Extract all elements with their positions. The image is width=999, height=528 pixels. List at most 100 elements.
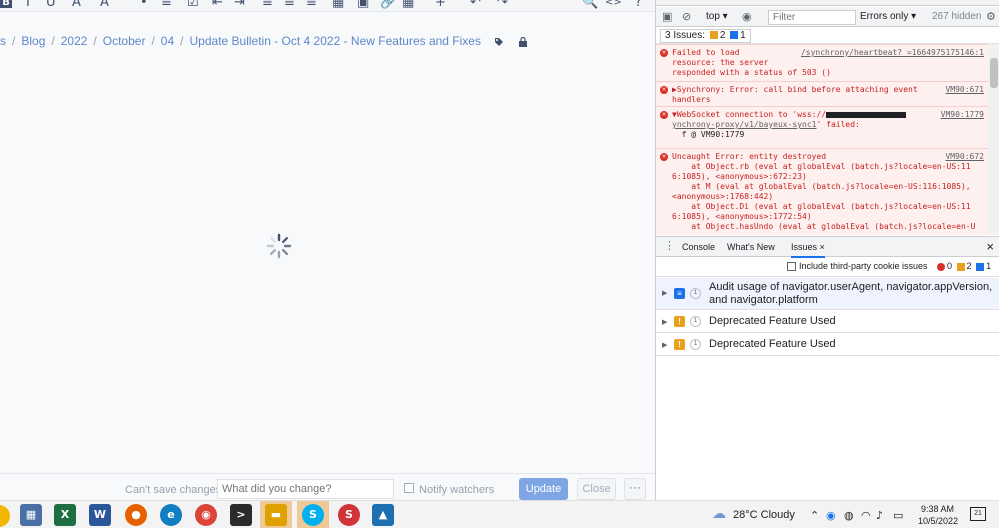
source-link[interactable]: VM90:1779 [941,110,984,120]
weather-cloud-icon[interactable]: ☁ [712,506,726,522]
scroll-thumb[interactable] [990,58,998,88]
undo-button[interactable]: ↶ [470,0,481,10]
search-icon[interactable]: 🔍 [582,0,598,10]
word-icon[interactable]: W [89,504,111,526]
expand-triangle-icon[interactable]: ▶ [662,318,667,326]
issue-row[interactable]: ▶ ≡ 1 Audit usage of navigator.userAgent… [656,278,999,310]
show-hidden-icons[interactable]: ⌃ [810,509,819,522]
underline-button[interactable]: U [46,0,56,10]
source-link[interactable]: /synchrony/heartbeat?_=1664975175146:1 [801,48,984,58]
expand-triangle-icon[interactable]: ▶ [662,289,667,297]
console-error-message[interactable]: × Uncaught Error: entity destroyed at Ob… [656,148,988,235]
console-error-message[interactable]: × ▼WebSocket connection to 'wss:// ynchr… [656,106,988,148]
notify-watchers-checkbox[interactable] [404,483,414,493]
restrictions-lock-icon[interactable] [518,36,528,47]
insert-more-button[interactable]: + [435,0,446,10]
label-tag-icon[interactable] [494,37,504,47]
tray-app-icon[interactable]: ◉ [826,509,836,522]
console-filter-input[interactable] [768,10,856,25]
clear-console-icon[interactable]: ⊘ [682,11,691,23]
bold-button[interactable]: B [0,0,12,8]
log-levels-dropdown[interactable]: Errors only ▾ [860,11,916,22]
close-button[interactable]: Close [577,478,616,500]
edge-icon[interactable]: e [160,504,182,526]
console-toolbar: ▣ ⊘ top ▾ ◉ Errors only ▾ 267 hidden ⚙ [656,7,999,27]
partial-app-icon[interactable] [0,505,10,527]
chrome-icon[interactable]: ◉ [195,504,217,526]
calculator-icon[interactable]: ▦ [20,504,42,526]
align-right-button[interactable]: ≡ [306,0,317,10]
close-drawer-icon[interactable]: × [986,239,994,254]
help-icon[interactable]: ? [635,0,642,10]
error-icon: × [660,111,668,119]
expand-triangle-icon[interactable]: ▶ [662,341,667,349]
weather-label[interactable]: 28°C Cloudy [733,509,795,521]
issues-chip[interactable]: 3 Issues: 2 1 [660,29,751,43]
breadcrumb-item-page[interactable]: Update Bulletin - Oct 4 2022 - New Featu… [190,34,481,48]
breadcrumb-item-month[interactable]: October [103,34,146,48]
numbered-list-button[interactable]: ≡ [161,0,172,10]
context-selector[interactable]: top ▾ [706,11,728,22]
indent-button[interactable]: ⇥ [234,0,245,10]
redo-button[interactable]: ↷ [497,0,508,10]
volume-icon[interactable]: ♪ [876,509,883,522]
wifi-icon[interactable]: ◠ [861,509,871,522]
drawer-menu-icon[interactable]: ⋮ [664,240,675,252]
text-style-button[interactable]: A [100,0,109,10]
source-link[interactable]: VM90:672 [945,152,984,162]
bullet-list-button[interactable]: • [140,0,148,10]
text-color-button[interactable]: A [72,0,81,10]
console-error-message[interactable]: × ▶Synchrony: Error: call bind before at… [656,81,988,106]
terminal-icon[interactable]: > [230,504,252,526]
tab-whats-new[interactable]: What's New [727,242,775,252]
tab-console[interactable]: Console [682,242,715,252]
align-left-button[interactable]: ≡ [262,0,273,10]
sidebar-toggle-icon[interactable]: ▣ [662,11,672,23]
skype-icon[interactable]: S [302,504,324,526]
excel-icon[interactable]: X [54,504,76,526]
console-scrollbar[interactable] [988,44,999,235]
live-expression-eye-icon[interactable]: ◉ [742,11,752,23]
notify-watchers-label[interactable]: Notify watchers [419,484,494,496]
close-tab-icon[interactable]: × [820,242,825,252]
devtools-tabbar [656,0,999,6]
issue-counts: 0 2 1 [935,261,991,271]
table-button[interactable]: ▦ [402,0,414,10]
settings-gear-icon[interactable]: ⚙ [986,11,996,23]
task-list-button[interactable]: ☑ [187,0,199,10]
layout-button[interactable]: ▦ [332,0,344,10]
source-editor-button[interactable]: <> [605,0,622,10]
firefox-icon[interactable]: ● [125,504,147,526]
sticky-notes-icon[interactable]: ▬ [265,504,287,526]
image-button[interactable]: ▣ [357,0,369,10]
editor-footer: Can't save changes Notify watchers Updat… [0,473,655,501]
source-link[interactable]: VM90:671 [945,85,984,95]
devtools-panel: ▣ ⊘ top ▾ ◉ Errors only ▾ 267 hidden ⚙ 3… [655,0,999,500]
warning-icon [709,31,718,40]
clock-time[interactable]: 9:38 AM [921,504,954,514]
issue-row[interactable]: ▶ ! 1 Deprecated Feature Used [656,334,999,356]
photos-icon[interactable]: ▲ [372,504,394,526]
breadcrumb-item-year[interactable]: 2022 [61,34,88,48]
link-icon[interactable]: 🔗 [380,0,396,10]
outdent-button[interactable]: ⇤ [212,0,223,10]
breadcrumb-item-day[interactable]: 04 [161,34,174,48]
notification-center-icon[interactable]: 21 [970,507,986,521]
more-options-button[interactable]: ··· [624,478,646,500]
breadcrumb-item-blog[interactable]: Blog [21,34,45,48]
console-error-message[interactable]: × Failed to load resource: the server re… [656,44,988,81]
italic-button[interactable]: I [26,0,30,10]
tray-app-icon[interactable]: ◍ [844,509,854,522]
version-comment-input[interactable] [217,479,394,499]
keyboard-icon[interactable]: ▭ [893,509,903,522]
breadcrumb-item[interactable]: s [0,34,6,48]
issue-row[interactable]: ▶ ! 1 Deprecated Feature Used [656,311,999,333]
snipping-tool-icon[interactable]: S [338,504,360,526]
align-center-button[interactable]: ≡ [284,0,295,10]
third-party-cookie-label[interactable]: Include third-party cookie issues [799,261,928,271]
tab-issues[interactable]: Issues × [791,242,825,258]
clock-date[interactable]: 10/5/2022 [918,516,958,526]
update-button[interactable]: Update [519,478,568,500]
third-party-cookie-checkbox[interactable] [787,262,796,271]
windows-taskbar: ▦ X W ● e ◉ > ▬ S S ▲ ☁ 28°C Cloudy ⌃ ◉ … [0,500,999,528]
